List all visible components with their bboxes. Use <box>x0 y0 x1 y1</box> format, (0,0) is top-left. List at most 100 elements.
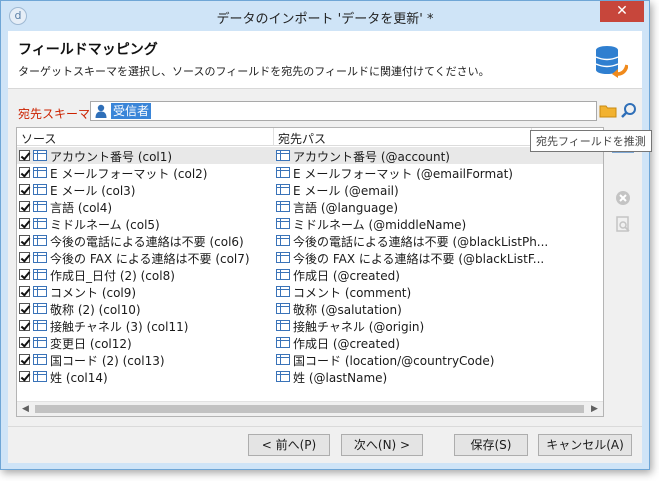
source-cell: 作成日_日付 (2) (col8) <box>50 269 175 283</box>
field-icon <box>276 269 290 280</box>
destination-schema-value: 受信者 <box>111 103 152 119</box>
source-cell: 変更日 (col12) <box>50 337 132 351</box>
search-icon[interactable] <box>620 102 638 120</box>
field-icon <box>276 184 290 195</box>
checkbox[interactable] <box>19 354 30 365</box>
field-icon <box>276 286 290 297</box>
destination-cell: 姓 (@lastName) <box>293 371 388 385</box>
table-row[interactable]: アカウント番号 (col1) アカウント番号 (@account) <box>17 147 603 164</box>
dialog-body: フィールドマッピング ターゲットスキーマを選択し、ソースのフィールドを宛先のフィ… <box>8 31 642 463</box>
destination-cell: 言語 (@language) <box>293 201 399 215</box>
source-cell: アカウント番号 (col1) <box>50 150 173 164</box>
destination-cell: 国コード (location/@countryCode) <box>293 354 495 368</box>
detail-view-icon[interactable] <box>612 213 634 235</box>
checkbox[interactable] <box>19 218 30 229</box>
window-title: データのインポート 'データを更新' * <box>216 12 434 27</box>
field-icon <box>33 167 47 178</box>
checkbox[interactable] <box>19 286 30 297</box>
person-icon <box>95 104 107 118</box>
checkbox[interactable] <box>19 201 30 212</box>
column-divider <box>273 128 274 146</box>
save-button[interactable]: 保存(S) <box>454 434 528 456</box>
checkbox[interactable] <box>19 303 30 314</box>
delete-icon[interactable] <box>612 187 634 209</box>
field-mapping-grid: ソース 宛先パス 変換 アカウント番号 (col1) アカウント番号 (@acc… <box>16 127 604 417</box>
destination-schema-label: 宛先スキーマ: <box>18 107 95 121</box>
source-cell: 接触チャネル (3) (col11) <box>50 320 189 334</box>
destination-cell: E メール (@email) <box>293 184 399 198</box>
table-row[interactable]: E メールフォーマット (col2) E メールフォーマット (@emailFo… <box>17 164 603 181</box>
grid-header: ソース 宛先パス 変換 <box>17 128 603 146</box>
table-row[interactable]: 言語 (col4) 言語 (@language) <box>17 198 603 215</box>
field-icon <box>33 337 47 348</box>
folder-icon[interactable] <box>599 102 617 120</box>
table-row[interactable]: 今後の FAX による連絡は不要 (col7) 今後の FAX による連絡は不要… <box>17 249 603 266</box>
source-cell: E メール (col3) <box>50 184 136 198</box>
checkbox[interactable] <box>19 235 30 246</box>
source-cell: 言語 (col4) <box>50 201 113 215</box>
table-row[interactable]: 国コード (2) (col13) 国コード (location/@country… <box>17 351 603 368</box>
checkbox[interactable] <box>19 337 30 348</box>
checkbox[interactable] <box>19 320 30 331</box>
field-icon <box>33 150 47 161</box>
field-icon <box>276 337 290 348</box>
scroll-left-icon[interactable]: ◀ <box>18 402 33 416</box>
table-row[interactable]: 姓 (col14) 姓 (@lastName) <box>17 368 603 385</box>
destination-cell: 敬称 (@salutation) <box>293 303 402 317</box>
field-icon <box>276 218 290 229</box>
table-row[interactable]: 接触チャネル (3) (col11) 接触チャネル (@origin) <box>17 317 603 334</box>
page-subtitle: ターゲットスキーマを選択し、ソースのフィールドを宛先のフィールドに関連付けてくだ… <box>18 65 490 78</box>
checkbox[interactable] <box>19 269 30 280</box>
source-cell: ミドルネーム (col5) <box>50 218 160 232</box>
destination-schema-field[interactable]: 受信者 <box>90 101 597 121</box>
source-cell: 敬称 (2) (col10) <box>50 303 141 317</box>
checkbox[interactable] <box>19 371 30 382</box>
field-icon <box>276 320 290 331</box>
table-row[interactable]: 今後の電話による連絡は不要 (col6) 今後の電話による連絡は不要 (@bla… <box>17 232 603 249</box>
field-icon <box>33 354 47 365</box>
column-header-destination[interactable]: 宛先パス <box>278 130 326 147</box>
field-icon <box>276 354 290 365</box>
table-row[interactable]: E メール (col3) E メール (@email) <box>17 181 603 198</box>
source-cell: E メールフォーマット (col2) <box>50 167 208 181</box>
footer-divider <box>8 426 642 427</box>
horizontal-scrollbar[interactable]: ◀ ▶ <box>17 401 603 416</box>
table-row[interactable]: 変更日 (col12) 作成日 (@created) <box>17 334 603 351</box>
destination-cell: コメント (comment) <box>293 286 412 300</box>
title-bar[interactable]: d データのインポート 'データを更新' * ✕ <box>1 1 649 31</box>
scrollbar-thumb[interactable] <box>35 405 584 413</box>
checkbox[interactable] <box>19 167 30 178</box>
field-icon <box>33 269 47 280</box>
previous-button[interactable]: < 前へ(P) <box>248 434 330 456</box>
field-icon <box>276 235 290 246</box>
field-icon <box>33 252 47 263</box>
field-icon <box>276 201 290 212</box>
table-row[interactable]: 敬称 (2) (col10) 敬称 (@salutation) <box>17 300 603 317</box>
source-cell: 姓 (col14) <box>50 371 108 385</box>
next-button[interactable]: 次へ(N) > <box>341 434 423 456</box>
checkbox[interactable] <box>19 252 30 263</box>
destination-cell: 作成日 (@created) <box>293 269 400 283</box>
field-icon <box>33 371 47 382</box>
column-header-source[interactable]: ソース <box>21 130 56 147</box>
cancel-button[interactable]: キャンセル(A) <box>538 434 632 456</box>
destination-cell: E メールフォーマット (@emailFormat) <box>293 167 513 181</box>
table-row[interactable]: コメント (col9) コメント (comment) <box>17 283 603 300</box>
table-row[interactable]: ミドルネーム (col5) ミドルネーム (@middleName) <box>17 215 603 232</box>
scroll-right-icon[interactable]: ▶ <box>587 402 602 416</box>
field-icon <box>276 371 290 382</box>
field-icon <box>276 150 290 161</box>
field-icon <box>276 303 290 314</box>
field-icon <box>33 320 47 331</box>
table-row[interactable]: 作成日_日付 (2) (col8) 作成日 (@created) <box>17 266 603 283</box>
destination-cell: 今後の電話による連絡は不要 (@blackListPh... <box>293 235 549 249</box>
destination-cell: 作成日 (@created) <box>293 337 400 351</box>
checkbox[interactable] <box>19 150 30 161</box>
close-button[interactable]: ✕ <box>600 1 644 22</box>
import-dialog-window: d データのインポート 'データを更新' * ✕ フィールドマッピング ターゲッ… <box>0 0 650 470</box>
wizard-header: フィールドマッピング ターゲットスキーマを選択し、ソースのフィールドを宛先のフィ… <box>8 31 642 89</box>
checkbox[interactable] <box>19 184 30 195</box>
field-icon <box>33 286 47 297</box>
destination-cell: ミドルネーム (@middleName) <box>293 218 467 232</box>
destination-cell: 接触チャネル (@origin) <box>293 320 425 334</box>
